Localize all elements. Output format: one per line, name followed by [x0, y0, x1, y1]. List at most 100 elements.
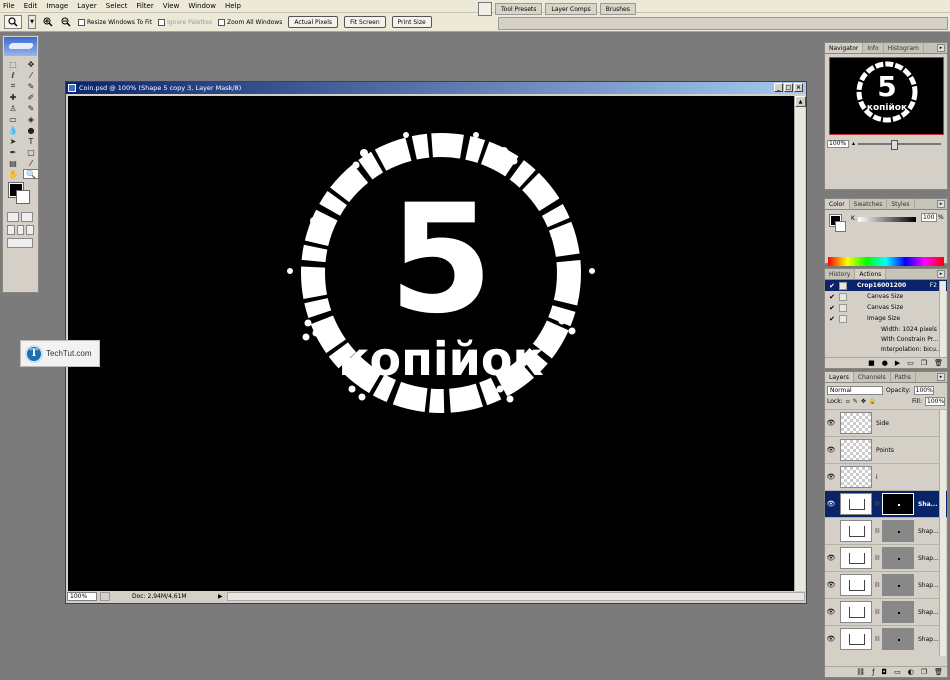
trash-icon[interactable]: 🗑	[934, 668, 943, 676]
stamp-tool-icon[interactable]: ♙	[5, 103, 21, 113]
print-size-button[interactable]: Print Size	[391, 16, 432, 28]
actual-pixels-button[interactable]: Actual Pixels	[288, 16, 339, 28]
chain-link-icon[interactable]: ⛓	[874, 609, 880, 615]
eye-icon[interactable]: 👁	[825, 500, 837, 508]
zoom-out-small-icon[interactable]: ▴	[852, 140, 855, 147]
eyedropper-tool-icon[interactable]: ⁄	[23, 158, 39, 168]
dialog-toggle[interactable]	[839, 281, 847, 290]
status-icon[interactable]	[100, 592, 110, 601]
eye-icon[interactable]: 👁	[825, 446, 837, 454]
tab-channels[interactable]: Channels	[854, 372, 891, 382]
magic-wand-tool-icon[interactable]: ⁄	[23, 70, 39, 80]
lock-transparency-icon[interactable]: ▫	[846, 398, 850, 405]
zoom-out-button[interactable]	[60, 15, 72, 29]
maximize-button[interactable]: □	[784, 83, 793, 92]
layer-row[interactable]: 👁 ⛓ Shap...	[825, 571, 947, 598]
horizontal-scrollbar[interactable]	[226, 592, 805, 601]
menu-file[interactable]: File	[3, 2, 15, 10]
check-icon[interactable]: ✔	[828, 304, 836, 312]
layer-style-icon[interactable]: ƒ	[872, 668, 874, 676]
brush-tool-icon[interactable]: ✐	[23, 92, 39, 102]
color-background-swatch[interactable]	[835, 221, 846, 232]
eye-icon[interactable]: 👁	[825, 419, 837, 427]
actions-scrollbar[interactable]	[939, 281, 946, 357]
zoom-tool-icon[interactable]: 🔍	[23, 169, 39, 179]
menu-window[interactable]: Window	[188, 2, 216, 10]
eye-icon[interactable]: 👁	[825, 608, 837, 616]
layer-mask-thumbnail[interactable]	[882, 520, 914, 542]
navigator-preview[interactable]: 5 копійок	[829, 57, 944, 135]
fit-screen-button[interactable]: Fit Screen	[344, 16, 386, 28]
hand-tool-icon[interactable]: ✋	[5, 169, 21, 179]
menu-image[interactable]: Image	[46, 2, 68, 10]
tab-navigator[interactable]: Navigator	[825, 43, 864, 53]
dodge-tool-icon[interactable]: ●	[23, 125, 39, 135]
layers-scrollbar[interactable]	[939, 410, 946, 656]
pen-tool-icon[interactable]: ✒	[5, 147, 21, 157]
zoom-tool-preset-button[interactable]	[4, 15, 22, 29]
layer-mask-thumbnail[interactable]	[882, 547, 914, 569]
new-group-icon[interactable]: ▭	[894, 668, 901, 676]
jump-to-imageready-button[interactable]	[7, 238, 33, 248]
chain-link-icon[interactable]: ⛓	[874, 555, 880, 561]
new-action-icon[interactable]: ❐	[921, 359, 927, 367]
minimize-button[interactable]: _	[774, 83, 783, 92]
type-tool-icon[interactable]: T	[23, 136, 39, 146]
chain-link-icon[interactable]: ⛓	[874, 501, 880, 507]
panel-menu-icon[interactable]: ▸	[937, 373, 945, 381]
lock-image-icon[interactable]: ✎	[853, 398, 858, 405]
chain-link-icon[interactable]: ⛓	[874, 582, 880, 588]
tab-paths[interactable]: Paths	[891, 372, 916, 382]
tab-styles[interactable]: Styles	[887, 199, 915, 209]
menu-help[interactable]: Help	[225, 2, 241, 10]
vertical-scrollbar[interactable]: ▲	[794, 96, 806, 592]
lasso-tool-icon[interactable]: ℓ	[5, 70, 21, 80]
layer-row[interactable]: 👁 Side	[825, 409, 947, 436]
action-row-canvas-size-2[interactable]: ✔ Canvas Size	[825, 302, 947, 313]
layer-row[interactable]: 👁 i	[825, 463, 947, 490]
standard-mode-button[interactable]	[7, 212, 19, 222]
gradient-tool-icon[interactable]: ◈	[23, 114, 39, 124]
action-row-canvas-size-1[interactable]: ✔ Canvas Size	[825, 291, 947, 302]
panel-menu-icon[interactable]: ▸	[937, 270, 945, 278]
action-row-image-size[interactable]: ✔ Image Size	[825, 313, 947, 324]
healing-brush-tool-icon[interactable]: ✚	[5, 92, 21, 102]
menu-view[interactable]: View	[163, 2, 180, 10]
blend-mode-select[interactable]: Normal	[827, 386, 883, 395]
tab-actions[interactable]: Actions	[855, 269, 887, 279]
panel-menu-icon[interactable]: ▸	[937, 44, 945, 52]
eye-icon[interactable]: 👁	[825, 473, 837, 481]
well-tab-tool-presets[interactable]: Tool Presets	[495, 3, 543, 15]
link-layers-icon[interactable]: ⛓	[856, 668, 865, 676]
trash-icon[interactable]: 🗑	[934, 359, 943, 367]
navigator-zoom-slider[interactable]	[858, 139, 941, 150]
eye-icon[interactable]: 👁	[825, 554, 837, 562]
status-zoom-field[interactable]: 100%	[67, 592, 97, 601]
shape-tool-icon[interactable]: ▢	[23, 147, 39, 157]
document-title-bar[interactable]: Coin.psd @ 100% (Shape 5 copy 3, Layer M…	[66, 82, 806, 94]
eraser-tool-icon[interactable]: ▭	[5, 114, 21, 124]
tab-layers[interactable]: Layers	[825, 372, 854, 382]
menu-select[interactable]: Select	[106, 2, 128, 10]
check-icon[interactable]: ✔	[828, 293, 836, 301]
layer-mask-thumbnail[interactable]	[882, 493, 914, 515]
add-mask-icon[interactable]: ◘	[882, 668, 888, 676]
background-color-swatch[interactable]	[16, 190, 30, 204]
standard-screen-mode-button[interactable]	[7, 225, 15, 235]
full-screen-mode-button[interactable]	[26, 225, 35, 235]
chain-link-icon[interactable]: ⛓	[874, 528, 880, 534]
tab-swatches[interactable]: Swatches	[850, 199, 888, 209]
chain-link-icon[interactable]: ⛓	[874, 636, 880, 642]
tab-color[interactable]: Color	[825, 199, 850, 209]
quick-mask-mode-button[interactable]	[21, 212, 33, 222]
dialog-toggle[interactable]	[839, 292, 847, 301]
menu-edit[interactable]: Edit	[24, 2, 38, 10]
blur-tool-icon[interactable]: 💧	[5, 125, 21, 135]
file-browser-button[interactable]	[478, 2, 492, 16]
color-k-value[interactable]: 100	[921, 213, 937, 222]
color-ramp[interactable]	[828, 257, 944, 266]
layer-row[interactable]: 👁 ⛓ Shap...	[825, 544, 947, 571]
tab-history[interactable]: History	[825, 269, 856, 279]
tool-preset-dropdown[interactable]: ▼	[28, 15, 36, 29]
toolbox-header-logo[interactable]	[4, 37, 37, 56]
